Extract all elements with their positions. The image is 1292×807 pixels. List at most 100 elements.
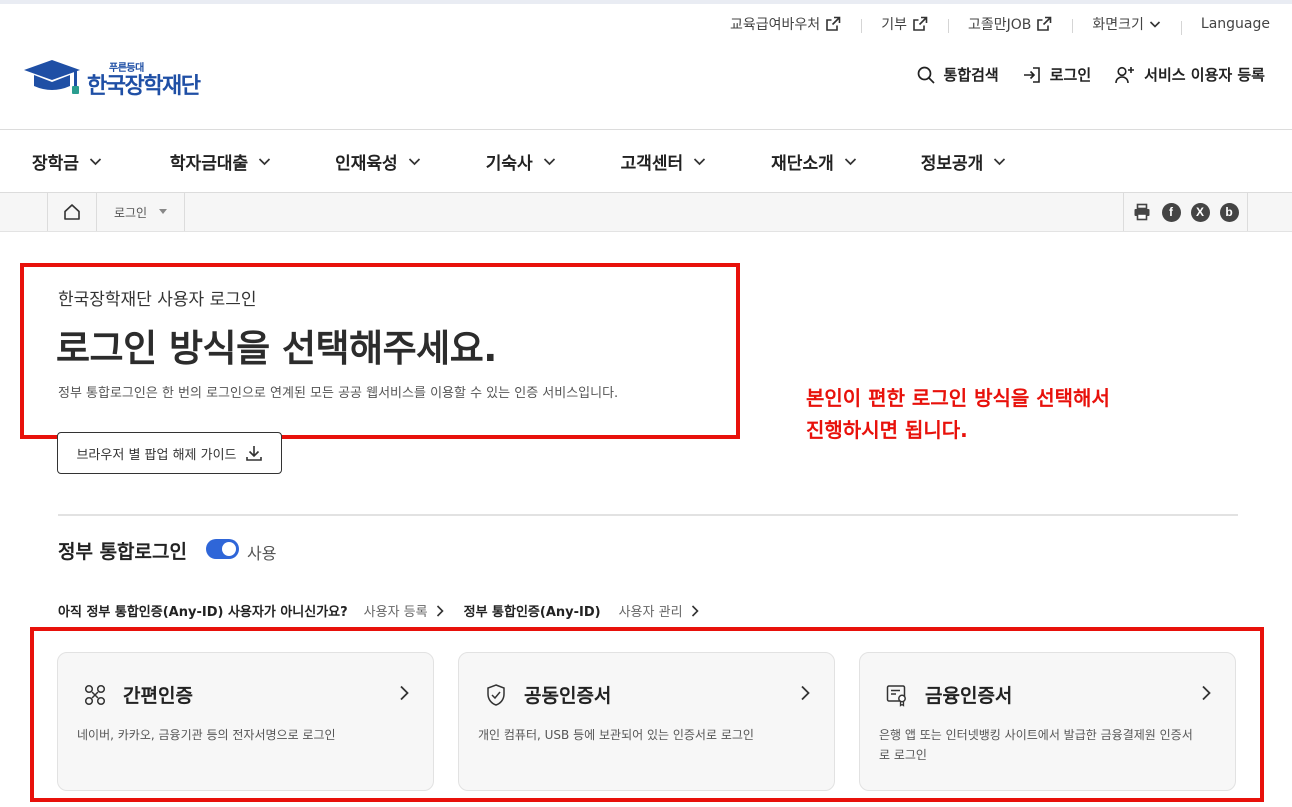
x-icon[interactable]: X	[1190, 202, 1210, 222]
login-button[interactable]: 로그인	[1023, 64, 1091, 85]
gnb-item[interactable]: 고객센터	[621, 149, 707, 174]
utility-link-donation[interactable]: 기부	[861, 14, 948, 34]
page-subtitle: 한국장학재단 사용자 로그인	[58, 290, 257, 310]
search-label: 통합검색	[943, 66, 999, 84]
chevron-right-icon	[400, 685, 409, 701]
gnb-item[interactable]: 학자금대출	[170, 149, 271, 174]
search-icon	[917, 66, 935, 84]
logo-title: 한국장학재단	[87, 74, 201, 99]
utility-bar: 교육급여바우처 기부 고졸만JOB 화면크기 Language	[710, 12, 1270, 36]
chevron-right-icon	[691, 604, 699, 617]
card-joint-certificate[interactable]: 공동인증서 개인 컴퓨터, USB 등에 보관되어 있는 인증서로 로그인	[458, 652, 835, 791]
utility-link-job[interactable]: 고졸만JOB	[947, 14, 1072, 34]
utility-link-voucher[interactable]: 교육급여바우처	[710, 14, 861, 34]
utility-label: Language	[1200, 16, 1270, 32]
graduation-cap-logo-icon	[24, 60, 80, 94]
annotation-line-1: 본인이 편한 로그인 방식을 선택해서	[806, 386, 1110, 410]
home-icon	[64, 204, 80, 220]
chevron-down-icon	[543, 157, 555, 165]
utility-label: 기부	[881, 17, 907, 33]
chevron-right-icon	[801, 685, 810, 701]
chevron-down-icon	[844, 157, 856, 165]
gov-login-title: 정부 통합로그인	[58, 541, 187, 563]
chevron-down-icon	[694, 157, 706, 165]
card-description: 네이버, 카카오, 금융기관 등의 전자서명으로 로그인	[77, 728, 336, 742]
chevron-down-icon	[994, 157, 1006, 165]
certificate-icon	[884, 682, 910, 708]
utility-label: 화면크기	[1092, 17, 1144, 33]
member-actions: 통합검색 로그인 서비스 이용자 등록	[917, 64, 1265, 85]
page-description: 정부 통합로그인은 한 번의 로그인으로 연계된 모든 공공 웹서비스를 이용할…	[58, 386, 619, 401]
anyid-register-label: 사용자 등록	[363, 605, 428, 620]
external-link-icon	[913, 16, 928, 31]
site-logo[interactable]: 푸른등대 한국장학재단	[22, 54, 201, 99]
share-tools: f X b	[1123, 193, 1248, 231]
anyid-label: 정부 통합인증(Any-ID)	[463, 605, 601, 620]
anyid-register-link[interactable]: 사용자 등록	[364, 601, 444, 620]
card-title: 금융인증서	[925, 685, 1013, 707]
anyid-manage-label: 사용자 관리	[618, 605, 683, 620]
gnb-item-label: 재단소개	[771, 153, 834, 174]
card-financial-certificate[interactable]: 금융인증서 은행 앱 또는 인터넷뱅킹 사이트에서 발급한 금융결제원 인증서로…	[859, 652, 1236, 791]
chevron-down-icon	[408, 157, 420, 165]
external-link-icon	[826, 16, 841, 31]
language-button[interactable]: Language	[1180, 16, 1270, 35]
gnb-item-label: 기숙사	[485, 153, 533, 174]
register-button[interactable]: 서비스 이용자 등록	[1115, 64, 1265, 85]
login-label: 로그인	[1049, 66, 1092, 84]
gnb-item[interactable]: 인재육성	[335, 149, 421, 174]
gnb-item-label: 학자금대출	[169, 153, 249, 174]
toggle-label: 사용	[247, 544, 277, 563]
utility-label: 고졸만JOB	[967, 17, 1032, 33]
gnb-item-label: 고객센터	[620, 153, 684, 174]
external-link-icon	[1037, 16, 1052, 31]
top-strip	[0, 0, 1292, 4]
card-description: 은행 앱 또는 인터넷뱅킹 사이트에서 발급한 금융결제원 인증서로 로그인	[879, 728, 1193, 762]
gnb-item[interactable]: 기숙사	[486, 149, 556, 174]
gnb-item[interactable]: 재단소개	[771, 149, 857, 174]
toggle-knob	[222, 542, 236, 556]
card-simple-auth[interactable]: 간편인증 네이버, 카카오, 금융기관 등의 전자서명으로 로그인	[57, 652, 434, 791]
gov-login-toggle[interactable]	[206, 539, 239, 559]
home-button[interactable]	[47, 193, 97, 231]
main-navigation: 장학금 학자금대출 인재육성 기숙사 고객센터 재단소개 정보공개	[0, 129, 1292, 193]
blog-icon[interactable]: b	[1219, 202, 1239, 222]
card-title: 간편인증	[123, 685, 193, 707]
annotation-note: 본인이 편한 로그인 방식을 선택해서 진행하시면 됩니다.	[806, 382, 1110, 446]
chevron-down-icon	[1149, 21, 1160, 28]
chevron-down-icon	[89, 157, 102, 165]
anyid-question: 아직 정부 통합인증(Any-ID) 사용자가 아니신가요?	[58, 605, 348, 620]
login-icon	[1023, 66, 1040, 83]
page-title: 로그인 방식을 선택해주세요.	[56, 327, 497, 370]
simple-auth-icon	[82, 682, 108, 708]
card-description: 개인 컴퓨터, USB 등에 보관되어 있는 인증서로 로그인	[478, 728, 754, 742]
gnb-item[interactable]: 장학금	[32, 149, 102, 174]
integrated-search-button[interactable]: 통합검색	[917, 64, 999, 85]
gnb-item-label: 정보공개	[920, 153, 984, 174]
facebook-icon[interactable]: f	[1161, 202, 1181, 222]
gnb-item-label: 인재육성	[335, 153, 398, 174]
logo-subtitle: 푸른등대	[109, 63, 144, 74]
anyid-links: 아직 정부 통합인증(Any-ID) 사용자가 아니신가요? 사용자 등록 정부…	[58, 601, 699, 620]
add-user-icon	[1115, 66, 1135, 83]
gnb-item[interactable]: 정보공개	[921, 149, 1007, 174]
card-title: 공동인증서	[524, 685, 612, 707]
annotation-line-2: 진행하시면 됩니다.	[806, 418, 968, 442]
chevron-right-icon	[436, 604, 444, 617]
breadcrumb-current[interactable]: 로그인	[97, 193, 185, 231]
register-label: 서비스 이용자 등록	[1144, 66, 1265, 84]
popup-guide-button[interactable]: 브라우저 별 팝업 해제 가이드	[57, 432, 282, 474]
shield-check-icon	[483, 682, 509, 708]
chevron-down-icon	[259, 157, 271, 165]
section-divider	[58, 514, 1238, 516]
download-icon	[245, 446, 262, 461]
location-bar: 로그인 f X b	[0, 193, 1292, 232]
breadcrumb-label: 로그인	[113, 205, 148, 220]
screen-size-dropdown[interactable]: 화면크기	[1072, 14, 1181, 34]
print-icon[interactable]	[1132, 202, 1152, 222]
chevron-right-icon	[1202, 685, 1211, 701]
utility-label: 교육급여바우처	[730, 17, 821, 33]
anyid-manage-link[interactable]: 사용자 관리	[619, 601, 699, 620]
caret-down-icon	[159, 209, 168, 214]
gnb-item-label: 장학금	[32, 153, 79, 174]
